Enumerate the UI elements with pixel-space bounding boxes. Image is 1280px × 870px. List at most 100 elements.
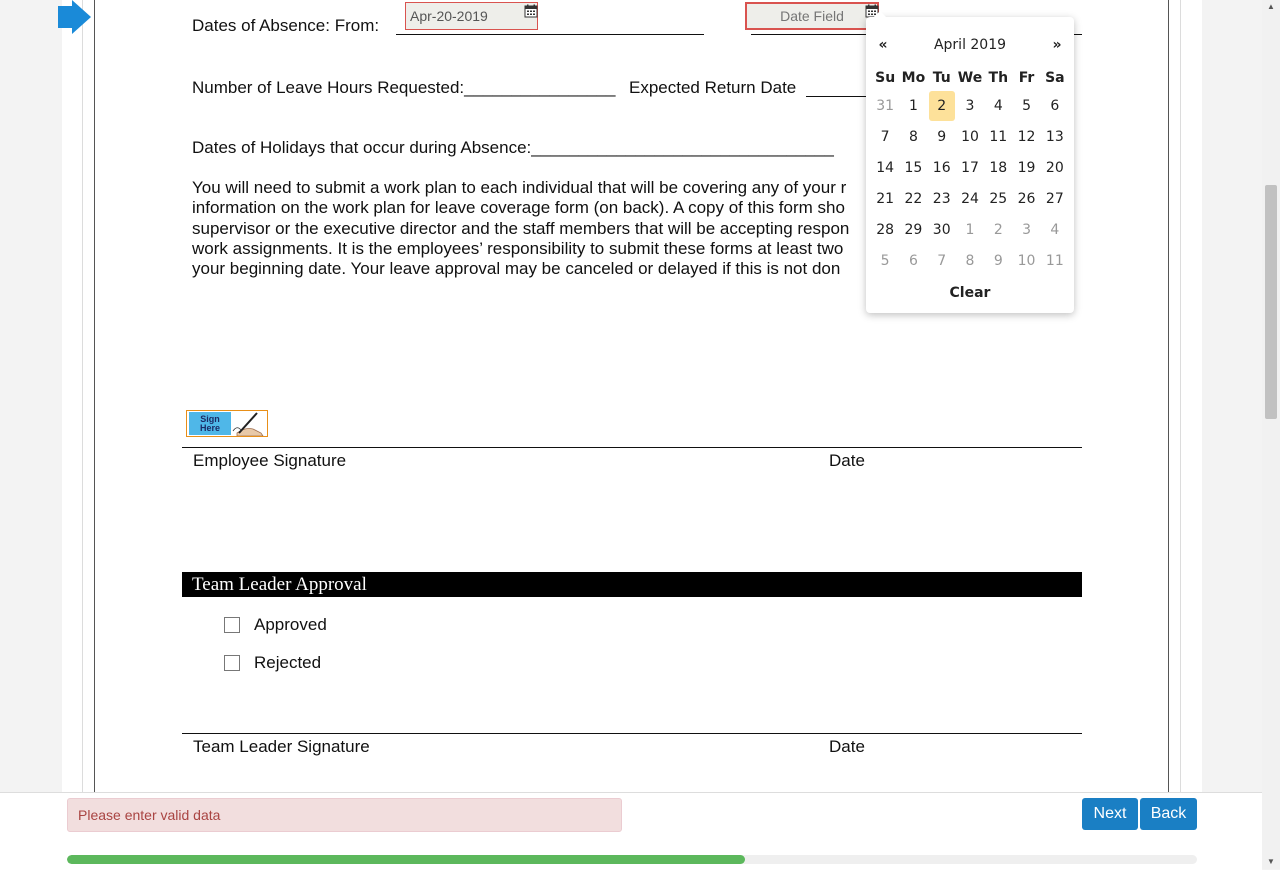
month-title[interactable]: April 2019 — [916, 37, 1024, 53]
sign-here-badge: Sign Here — [189, 412, 231, 435]
calendar-day-number: 30 — [932, 222, 951, 238]
calendar-day-number: 11 — [1045, 253, 1064, 269]
previous-month-button[interactable]: « — [872, 37, 894, 53]
scrollbar-thumb[interactable] — [1265, 185, 1277, 419]
pen-hand-icon — [232, 412, 264, 436]
scroll-down-arrow-icon[interactable]: ▼ — [1262, 855, 1280, 869]
datepicker-caret — [874, 11, 886, 17]
vertical-scrollbar[interactable]: ▲ ▼ — [1262, 0, 1280, 869]
calendar-day-number: 13 — [1045, 129, 1064, 145]
calendar-grid: Su Mo Tu We Th Fr Sa 31 1 2 3 4 5 6 7 8 9 10 11 12 13 14 15 16 1… — [871, 68, 1069, 282]
rejected-checkbox[interactable] — [224, 655, 240, 671]
calendar-day[interactable]: 6 — [899, 251, 927, 282]
document-border-right — [1168, 0, 1169, 792]
calendar-day-number: 16 — [932, 160, 951, 176]
calendar-day-number: 17 — [961, 160, 979, 176]
validation-error-alert: Please enter valid data — [67, 798, 622, 832]
calendar-day[interactable]: 9 — [984, 251, 1012, 282]
calendar-day-number: 8 — [908, 129, 918, 145]
paragraph-line: You will need to submit a work plan to e… — [192, 178, 847, 197]
calendar-day-number: 1 — [908, 98, 918, 114]
approved-option[interactable]: Approved — [224, 615, 327, 635]
calendar-day[interactable]: 10 — [1012, 251, 1040, 282]
calendar-day-number: 23 — [932, 191, 951, 207]
calendar-day-number: 26 — [1017, 191, 1036, 207]
calendar-day-number: 31 — [876, 98, 895, 114]
progress-fill — [67, 855, 745, 864]
calendar-day-number: 6 — [1050, 98, 1060, 114]
rejected-label: Rejected — [254, 653, 322, 672]
back-button[interactable]: Back — [1140, 798, 1197, 830]
to-date-input[interactable] — [745, 2, 879, 30]
calendar-day-number: 21 — [876, 191, 895, 207]
calendar-day-number: 28 — [876, 222, 895, 238]
approved-label: Approved — [254, 615, 327, 634]
paragraph-line: information on the work plan for leave c… — [192, 198, 845, 218]
calendar-day-number: 6 — [908, 253, 918, 269]
calendar-day-number: 3 — [965, 98, 975, 114]
calendar-day-number: 7 — [937, 253, 947, 269]
from-date-underline — [396, 34, 704, 35]
next-button[interactable]: Next — [1082, 798, 1138, 830]
calendar-day-number: 2 — [928, 91, 955, 121]
calendar-day-number: 22 — [904, 191, 923, 207]
team-leader-section-header: Team Leader Approval — [182, 572, 1082, 597]
calendar-day-number: 9 — [937, 129, 947, 145]
approved-checkbox[interactable] — [224, 617, 240, 633]
rejected-option[interactable]: Rejected — [224, 653, 321, 673]
team-leader-date-label: Date — [829, 737, 865, 756]
holidays-label: Dates of Holidays that occur during Abse… — [192, 138, 834, 157]
calendar-day-number: 19 — [1017, 160, 1036, 176]
calendar-icon[interactable] — [524, 4, 538, 18]
calendar-day-number: 18 — [989, 160, 1008, 176]
paragraph-line: your beginning date. Your leave approval… — [192, 259, 841, 279]
calendar-day-number: 11 — [989, 129, 1008, 145]
form-viewport: Dates of Absence: From: Number of Leave … — [0, 0, 1262, 792]
calendar-day-number: 5 — [1022, 98, 1032, 114]
scroll-up-arrow-icon[interactable]: ▲ — [1262, 0, 1280, 14]
team-leader-signature-label: Team Leader Signature — [193, 737, 370, 756]
clear-date-button[interactable]: Clear — [866, 285, 1074, 301]
page-margin-right — [1180, 0, 1181, 792]
datepicker-header: « April 2019 » — [866, 35, 1074, 59]
calendar-day-number: 27 — [1045, 191, 1064, 207]
calendar-day-number: 8 — [965, 253, 975, 269]
calendar-day-number: 4 — [993, 98, 1003, 114]
current-field-arrow-icon — [58, 0, 91, 34]
paragraph-line: work assignments. It is the employees’ r… — [192, 238, 844, 258]
from-date-input[interactable] — [405, 2, 538, 30]
calendar-day-number: 20 — [1045, 160, 1064, 176]
calendar-day-number: 10 — [961, 129, 979, 145]
calendar-day-number: 2 — [993, 222, 1003, 238]
calendar-day[interactable]: 11 — [1041, 251, 1069, 282]
employee-signature-line — [182, 447, 1082, 448]
leave-hours-label: Number of Leave Hours Requested:________… — [192, 78, 616, 97]
employee-signature-label: Employee Signature — [193, 451, 347, 470]
team-leader-signature-line — [182, 733, 1082, 734]
expected-return-label: Expected Return Date — [629, 78, 797, 97]
calendar-day[interactable]: 8 — [956, 251, 984, 282]
calendar-day-number: 29 — [904, 222, 923, 238]
calendar-day-number: 7 — [880, 129, 890, 145]
calendar-day-number: 10 — [1017, 253, 1036, 269]
datepicker-popup: « April 2019 » Su Mo Tu We Th Fr Sa 31 1 2 3 4 5 6 7 8 9… — [866, 11, 1074, 313]
next-month-button[interactable]: » — [1046, 37, 1068, 53]
document-border-left — [94, 0, 95, 792]
calendar-day-number: 9 — [993, 253, 1003, 269]
calendar-day-number: 5 — [880, 253, 890, 269]
sign-here-button[interactable]: Sign Here — [186, 410, 268, 437]
page-margin-left — [82, 0, 83, 792]
employee-date-label: Date — [829, 451, 865, 470]
calendar-day-number: 1 — [965, 222, 975, 238]
paragraph-line: supervisor or the executive director and… — [192, 218, 850, 238]
progress-bar — [67, 855, 1197, 864]
instructions-paragraph: You will need to submit a work plan to e… — [192, 178, 882, 279]
calendar-day[interactable]: 7 — [928, 251, 956, 282]
calendar-day-number: 24 — [961, 191, 979, 207]
calendar-day-number: 15 — [904, 160, 923, 176]
calendar-day-number: 4 — [1050, 222, 1060, 238]
calendar-day[interactable]: 5 — [871, 251, 899, 282]
dates-of-absence-label: Dates of Absence: From: — [192, 16, 380, 35]
calendar-day-number: 25 — [989, 191, 1008, 207]
sign-here-text: Here — [199, 422, 220, 433]
